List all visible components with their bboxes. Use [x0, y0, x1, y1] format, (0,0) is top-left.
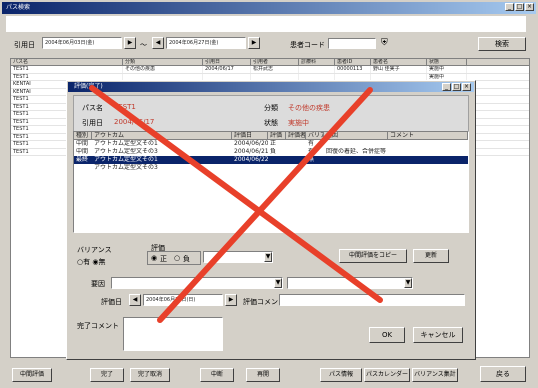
cross-out-overlay — [89, 85, 383, 323]
interim-eval-button[interactable]: 中間評価 — [12, 368, 52, 382]
cancel-complete-button[interactable]: 完了取消 — [130, 368, 170, 382]
bottom-toolbar: 中間評価 完了 完了取消 中断 再開 パス情報 パスカレンダー バリアンス集計 … — [0, 360, 538, 388]
complete-button[interactable]: 完了 — [90, 368, 124, 382]
variance-summary-button[interactable]: バリアンス集計 — [412, 368, 458, 382]
cross-stroke-2 — [157, 87, 373, 323]
back-button[interactable]: 戻る — [480, 366, 526, 382]
path-calendar-button[interactable]: パスカレンダー — [364, 368, 410, 382]
path-info-button[interactable]: パス情報 — [320, 368, 362, 382]
resume-button[interactable]: 再開 — [246, 368, 280, 382]
suspend-button[interactable]: 中断 — [200, 368, 234, 382]
cross-stroke-1 — [89, 85, 383, 303]
